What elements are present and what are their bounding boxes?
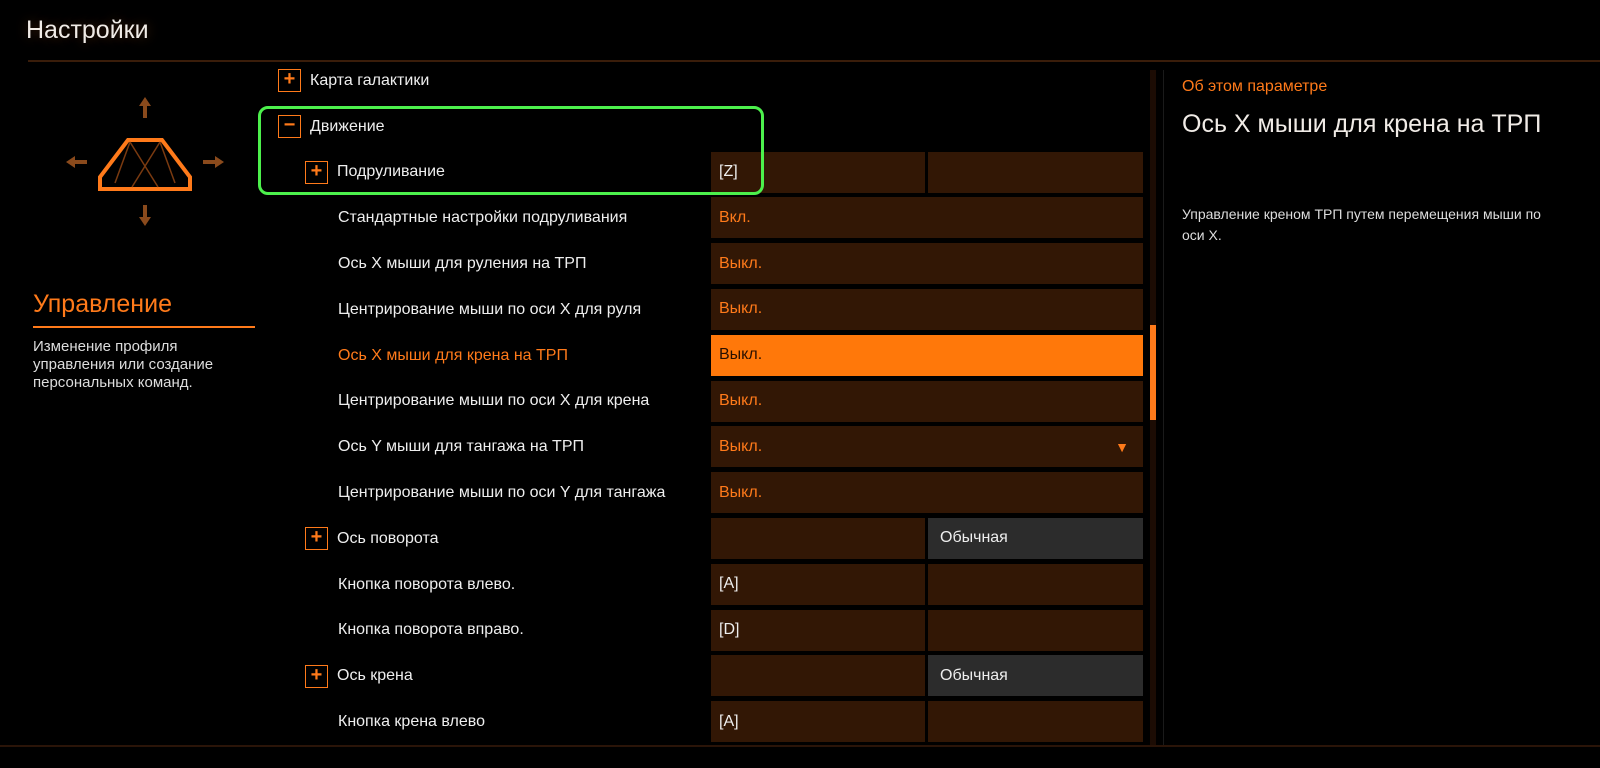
setting-label: Стандартные настройки подруливания	[338, 209, 628, 227]
expand-icon[interactable]: +	[305, 664, 328, 688]
key-binding-primary[interactable]: [A]	[711, 701, 925, 743]
settings-row[interactable]: Кнопка поворота вправо. [D]	[270, 608, 1150, 654]
value-text: [D]	[719, 621, 740, 639]
section-title: Управление	[33, 290, 172, 318]
value-text: [A]	[719, 712, 739, 730]
value-text: Вкл.	[719, 208, 751, 226]
settings-row[interactable]: + Ось крена Обычная	[270, 653, 1150, 699]
setting-label: Центрирование мыши по оси X для крена	[338, 392, 650, 410]
footer-divider	[0, 745, 1600, 747]
setting-label: Ось X мыши для крена на ТРП	[338, 346, 568, 364]
value-text: Обычная	[940, 666, 1008, 684]
value-text: Выкл.	[719, 483, 763, 501]
axis-mode-select[interactable]: Обычная	[928, 655, 1143, 697]
settings-row[interactable]: Стандартные настройки подруливания Вкл.	[270, 195, 1150, 241]
settings-row[interactable]: Кнопка крена влево [A]	[270, 699, 1150, 745]
setting-label: Ось поворота	[337, 529, 439, 547]
scrollbar[interactable]	[1150, 70, 1156, 745]
settings-row[interactable]: Кнопка поворота влево. [A]	[270, 562, 1150, 608]
settings-row[interactable]: + Карта галактики	[270, 58, 1150, 104]
key-binding-secondary[interactable]	[928, 609, 1143, 651]
dropdown-arrow-icon[interactable]: ▼	[1115, 439, 1129, 455]
value-text: Выкл.	[719, 346, 763, 364]
key-binding-secondary[interactable]	[928, 151, 1143, 193]
setting-label: Кнопка поворота влево.	[338, 575, 516, 593]
key-binding-primary[interactable]: [A]	[711, 563, 925, 605]
settings-row[interactable]: Центрирование мыши по оси X для крена Вык…	[270, 379, 1150, 425]
key-binding-primary[interactable]	[711, 655, 925, 697]
value-text: Обычная	[940, 529, 1008, 547]
toggle-value[interactable]: Выкл.	[711, 334, 1143, 376]
setting-label: Кнопка поворота вправо.	[338, 621, 524, 639]
key-binding-primary[interactable]	[711, 517, 925, 559]
expand-icon[interactable]: +	[305, 527, 328, 551]
info-title: Ось X мыши для крена на ТРП	[1182, 110, 1542, 138]
setting-label: Центрирование мыши по оси X для руля	[338, 300, 642, 318]
settings-row[interactable]: Ось Y мыши для тангажа на ТРП Выкл. ▼	[270, 424, 1150, 470]
page-title: Настройки	[26, 16, 149, 44]
scrollbar-thumb[interactable]	[1150, 325, 1156, 420]
section-description: Изменение профиля управления или создани…	[33, 338, 214, 391]
setting-label: Ось крена	[337, 667, 413, 685]
info-description: Управление креном ТРП путем перемещения …	[1182, 206, 1541, 243]
key-binding-secondary[interactable]	[928, 701, 1143, 743]
settings-row[interactable]: Ось X мыши для руления на ТРП Выкл.	[270, 241, 1150, 287]
value-text: Выкл.	[719, 392, 763, 410]
toggle-value[interactable]: Вкл.	[711, 197, 1143, 239]
panel-divider	[1163, 70, 1164, 745]
value-text: [A]	[719, 575, 739, 593]
value-text: Выкл.	[719, 254, 763, 272]
setting-label: Ось X мыши для руления на ТРП	[338, 255, 587, 273]
settings-row[interactable]: Центрирование мыши по оси X для руля Выкл…	[270, 287, 1150, 333]
highlight-box	[258, 106, 764, 195]
value-text: Выкл.	[719, 437, 763, 455]
setting-label: Центрирование мыши по оси Y для тангажа	[338, 484, 666, 502]
value-text: Выкл.	[719, 300, 763, 318]
ship-controls-icon	[66, 97, 224, 226]
toggle-value[interactable]: Выкл.	[711, 472, 1143, 514]
settings-row[interactable]: + Ось поворота Обычная	[270, 516, 1150, 562]
key-binding-secondary[interactable]	[928, 563, 1143, 605]
toggle-value[interactable]: Выкл. ▼	[711, 426, 1143, 468]
key-binding-primary[interactable]: [D]	[711, 609, 925, 651]
expand-icon[interactable]: +	[278, 69, 301, 93]
settings-row[interactable]: Ось X мыши для крена на ТРП Выкл.	[270, 333, 1150, 379]
axis-mode-select[interactable]: Обычная	[928, 517, 1143, 559]
setting-label: Кнопка крена влево	[338, 713, 485, 731]
toggle-value[interactable]: Выкл.	[711, 243, 1143, 285]
setting-label: Карта галактики	[310, 71, 430, 89]
info-heading: Об этом параметре	[1182, 78, 1328, 95]
setting-label: Ось Y мыши для тангажа на ТРП	[338, 438, 584, 456]
settings-row[interactable]: Центрирование мыши по оси Y для тангажа В…	[270, 470, 1150, 516]
toggle-value[interactable]: Выкл.	[711, 288, 1143, 330]
toggle-value[interactable]: Выкл.	[711, 380, 1143, 422]
section-underline	[33, 326, 255, 328]
